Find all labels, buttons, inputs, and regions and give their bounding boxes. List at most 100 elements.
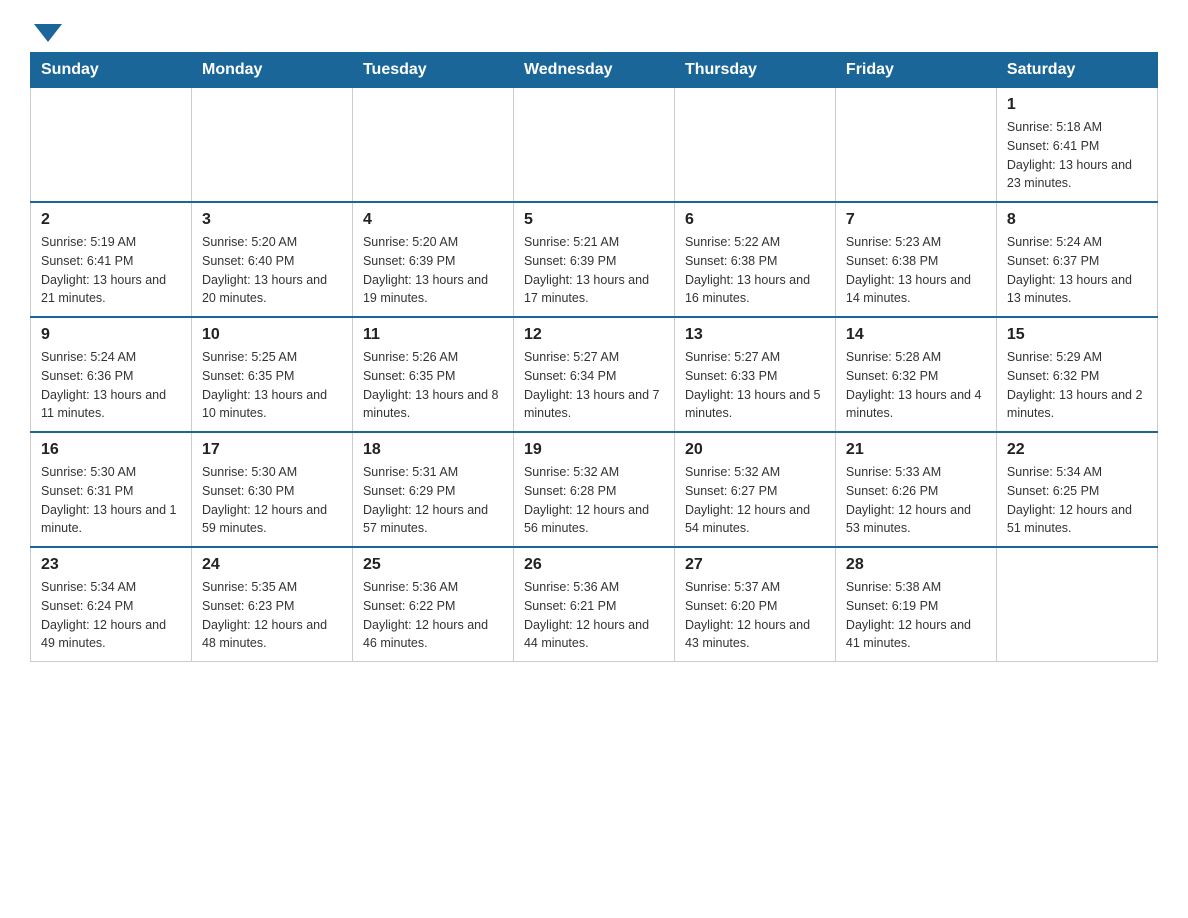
- day-info: Sunrise: 5:24 AM Sunset: 6:37 PM Dayligh…: [1007, 233, 1147, 308]
- day-info: Sunrise: 5:22 AM Sunset: 6:38 PM Dayligh…: [685, 233, 825, 308]
- calendar-day-cell: 4 Sunrise: 5:20 AM Sunset: 6:39 PM Daylig…: [352, 202, 513, 317]
- calendar-day-cell: 25 Sunrise: 5:36 AM Sunset: 6:22 PM Dayli…: [352, 547, 513, 662]
- day-number: 2: [41, 211, 181, 229]
- day-info: Sunrise: 5:36 AM Sunset: 6:22 PM Dayligh…: [363, 578, 503, 653]
- calendar-day-cell: 27 Sunrise: 5:37 AM Sunset: 6:20 PM Dayli…: [674, 547, 835, 662]
- day-info: Sunrise: 5:35 AM Sunset: 6:23 PM Dayligh…: [202, 578, 342, 653]
- calendar-day-cell: 24 Sunrise: 5:35 AM Sunset: 6:23 PM Dayli…: [191, 547, 352, 662]
- day-number: 27: [685, 556, 825, 574]
- day-info: Sunrise: 5:20 AM Sunset: 6:39 PM Dayligh…: [363, 233, 503, 308]
- day-number: 12: [524, 326, 664, 344]
- day-info: Sunrise: 5:19 AM Sunset: 6:41 PM Dayligh…: [41, 233, 181, 308]
- day-number: 17: [202, 441, 342, 459]
- calendar-day-cell: [31, 88, 192, 203]
- day-number: 15: [1007, 326, 1147, 344]
- day-number: 4: [363, 211, 503, 229]
- calendar-week-row: 1 Sunrise: 5:18 AM Sunset: 6:41 PM Daylig…: [31, 88, 1158, 203]
- day-info: Sunrise: 5:30 AM Sunset: 6:31 PM Dayligh…: [41, 463, 181, 538]
- calendar-table: SundayMondayTuesdayWednesdayThursdayFrid…: [30, 52, 1158, 662]
- weekday-header-friday: Friday: [835, 53, 996, 88]
- day-number: 11: [363, 326, 503, 344]
- calendar-week-row: 23 Sunrise: 5:34 AM Sunset: 6:24 PM Dayli…: [31, 547, 1158, 662]
- day-info: Sunrise: 5:18 AM Sunset: 6:41 PM Dayligh…: [1007, 118, 1147, 193]
- weekday-header-tuesday: Tuesday: [352, 53, 513, 88]
- day-info: Sunrise: 5:34 AM Sunset: 6:25 PM Dayligh…: [1007, 463, 1147, 538]
- day-number: 19: [524, 441, 664, 459]
- day-info: Sunrise: 5:31 AM Sunset: 6:29 PM Dayligh…: [363, 463, 503, 538]
- calendar-day-cell: 23 Sunrise: 5:34 AM Sunset: 6:24 PM Dayli…: [31, 547, 192, 662]
- day-number: 21: [846, 441, 986, 459]
- calendar-day-cell: 28Sunrise: 5:38 AM Sunset: 6:19 PM Dayli…: [835, 547, 996, 662]
- logo-arrow-icon: [34, 24, 62, 42]
- day-number: 10: [202, 326, 342, 344]
- day-info: Sunrise: 5:26 AM Sunset: 6:35 PM Dayligh…: [363, 348, 503, 423]
- logo: [30, 20, 62, 42]
- day-number: 9: [41, 326, 181, 344]
- weekday-header-wednesday: Wednesday: [513, 53, 674, 88]
- day-number: 14: [846, 326, 986, 344]
- day-number: 8: [1007, 211, 1147, 229]
- calendar-day-cell: 9 Sunrise: 5:24 AM Sunset: 6:36 PM Daylig…: [31, 317, 192, 432]
- day-info: Sunrise: 5:32 AM Sunset: 6:27 PM Dayligh…: [685, 463, 825, 538]
- calendar-day-cell: [513, 88, 674, 203]
- day-info: Sunrise: 5:32 AM Sunset: 6:28 PM Dayligh…: [524, 463, 664, 538]
- day-info: Sunrise: 5:36 AM Sunset: 6:21 PM Dayligh…: [524, 578, 664, 653]
- weekday-header-monday: Monday: [191, 53, 352, 88]
- day-number: 22: [1007, 441, 1147, 459]
- weekday-header-sunday: Sunday: [31, 53, 192, 88]
- day-info: Sunrise: 5:33 AM Sunset: 6:26 PM Dayligh…: [846, 463, 986, 538]
- calendar-day-cell: [674, 88, 835, 203]
- calendar-day-cell: 17 Sunrise: 5:30 AM Sunset: 6:30 PM Dayli…: [191, 432, 352, 547]
- day-info: Sunrise: 5:28 AM Sunset: 6:32 PM Dayligh…: [846, 348, 986, 423]
- weekday-header-saturday: Saturday: [996, 53, 1157, 88]
- day-number: 18: [363, 441, 503, 459]
- calendar-week-row: 2 Sunrise: 5:19 AM Sunset: 6:41 PM Daylig…: [31, 202, 1158, 317]
- calendar-day-cell: 20 Sunrise: 5:32 AM Sunset: 6:27 PM Dayli…: [674, 432, 835, 547]
- calendar-day-cell: 6 Sunrise: 5:22 AM Sunset: 6:38 PM Daylig…: [674, 202, 835, 317]
- calendar-week-row: 9 Sunrise: 5:24 AM Sunset: 6:36 PM Daylig…: [31, 317, 1158, 432]
- calendar-day-cell: 18 Sunrise: 5:31 AM Sunset: 6:29 PM Dayli…: [352, 432, 513, 547]
- calendar-day-cell: 21 Sunrise: 5:33 AM Sunset: 6:26 PM Dayli…: [835, 432, 996, 547]
- calendar-day-cell: 8 Sunrise: 5:24 AM Sunset: 6:37 PM Daylig…: [996, 202, 1157, 317]
- day-info: Sunrise: 5:29 AM Sunset: 6:32 PM Dayligh…: [1007, 348, 1147, 423]
- calendar-day-cell: 7 Sunrise: 5:23 AM Sunset: 6:38 PM Daylig…: [835, 202, 996, 317]
- day-number: 24: [202, 556, 342, 574]
- calendar-day-cell: [996, 547, 1157, 662]
- calendar-day-cell: 15 Sunrise: 5:29 AM Sunset: 6:32 PM Dayli…: [996, 317, 1157, 432]
- calendar-day-cell: 5 Sunrise: 5:21 AM Sunset: 6:39 PM Daylig…: [513, 202, 674, 317]
- day-number: 13: [685, 326, 825, 344]
- day-number: 20: [685, 441, 825, 459]
- day-number: 5: [524, 211, 664, 229]
- day-info: Sunrise: 5:27 AM Sunset: 6:34 PM Dayligh…: [524, 348, 664, 423]
- day-number: 6: [685, 211, 825, 229]
- calendar-day-cell: 14 Sunrise: 5:28 AM Sunset: 6:32 PM Dayli…: [835, 317, 996, 432]
- day-info: Sunrise: 5:38 AM Sunset: 6:19 PM Dayligh…: [846, 578, 986, 653]
- calendar-day-cell: 19 Sunrise: 5:32 AM Sunset: 6:28 PM Dayli…: [513, 432, 674, 547]
- day-info: Sunrise: 5:34 AM Sunset: 6:24 PM Dayligh…: [41, 578, 181, 653]
- day-info: Sunrise: 5:24 AM Sunset: 6:36 PM Dayligh…: [41, 348, 181, 423]
- calendar-week-row: 16 Sunrise: 5:30 AM Sunset: 6:31 PM Dayli…: [31, 432, 1158, 547]
- calendar-day-cell: 26Sunrise: 5:36 AM Sunset: 6:21 PM Dayli…: [513, 547, 674, 662]
- calendar-day-cell: 2 Sunrise: 5:19 AM Sunset: 6:41 PM Daylig…: [31, 202, 192, 317]
- day-number: 23: [41, 556, 181, 574]
- calendar-day-cell: 22 Sunrise: 5:34 AM Sunset: 6:25 PM Dayli…: [996, 432, 1157, 547]
- calendar-day-cell: 1 Sunrise: 5:18 AM Sunset: 6:41 PM Daylig…: [996, 88, 1157, 203]
- page-header: [30, 20, 1158, 42]
- day-info: Sunrise: 5:30 AM Sunset: 6:30 PM Dayligh…: [202, 463, 342, 538]
- day-number: 1: [1007, 96, 1147, 114]
- calendar-day-cell: 11 Sunrise: 5:26 AM Sunset: 6:35 PM Dayli…: [352, 317, 513, 432]
- day-number: 3: [202, 211, 342, 229]
- day-number: 7: [846, 211, 986, 229]
- day-info: Sunrise: 5:21 AM Sunset: 6:39 PM Dayligh…: [524, 233, 664, 308]
- day-number: 25: [363, 556, 503, 574]
- day-info: Sunrise: 5:27 AM Sunset: 6:33 PM Dayligh…: [685, 348, 825, 423]
- calendar-day-cell: 16 Sunrise: 5:30 AM Sunset: 6:31 PM Dayli…: [31, 432, 192, 547]
- calendar-day-cell: [191, 88, 352, 203]
- day-info: Sunrise: 5:37 AM Sunset: 6:20 PM Dayligh…: [685, 578, 825, 653]
- calendar-day-cell: 13 Sunrise: 5:27 AM Sunset: 6:33 PM Dayli…: [674, 317, 835, 432]
- day-info: Sunrise: 5:25 AM Sunset: 6:35 PM Dayligh…: [202, 348, 342, 423]
- day-number: 16: [41, 441, 181, 459]
- calendar-day-cell: [835, 88, 996, 203]
- day-info: Sunrise: 5:23 AM Sunset: 6:38 PM Dayligh…: [846, 233, 986, 308]
- day-info: Sunrise: 5:20 AM Sunset: 6:40 PM Dayligh…: [202, 233, 342, 308]
